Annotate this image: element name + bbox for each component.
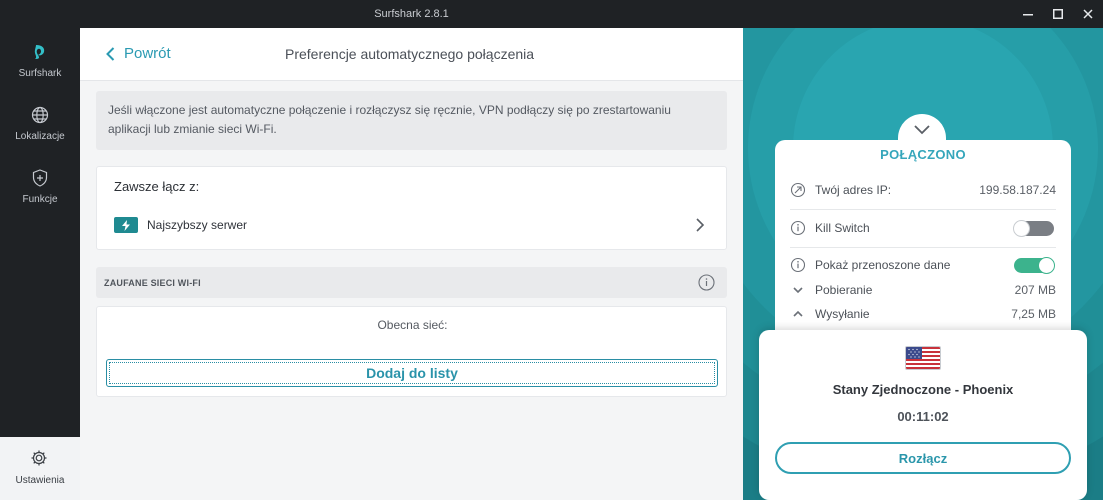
info-icon[interactable] (790, 257, 806, 273)
upload-label: Wysyłanie (815, 307, 870, 321)
page-title: Preferencje automatycznego połączenia (285, 46, 535, 62)
back-button[interactable]: Powrót (106, 45, 171, 62)
us-flag-icon (905, 346, 941, 370)
gear-icon (30, 449, 50, 469)
chevron-up-icon (793, 310, 803, 317)
lightning-icon (114, 217, 138, 233)
current-network-label: Obecna sieć: (377, 318, 448, 332)
ip-label: Twój adres IP: (815, 183, 892, 197)
always-connect-title: Zawsze łącz z: (114, 179, 200, 194)
shield-plus-icon (30, 168, 50, 188)
divider (790, 209, 1056, 210)
sidebar-item-label: Surfshark (18, 68, 62, 79)
server-label: Najszybszy serwer (147, 218, 248, 232)
trusted-wifi-label: ZAUFANE SIECI WI-FI (104, 278, 201, 288)
ip-row: Twój adres IP: 199.58.187.24 (790, 182, 1056, 198)
maximize-icon (1053, 9, 1063, 19)
maximize-button[interactable] (1043, 0, 1073, 28)
sidebar-item-label: Funkcje (22, 194, 58, 205)
chevron-left-icon (106, 46, 115, 61)
show-data-row: Pokaż przenoszone dane (790, 256, 1056, 274)
back-label: Powrót (124, 45, 171, 62)
sidebar-item-features[interactable]: Funkcje (0, 168, 80, 205)
info-icon[interactable] (698, 274, 715, 291)
kill-switch-toggle[interactable] (1013, 219, 1054, 237)
show-data-toggle[interactable] (1014, 256, 1055, 274)
sidebar-item-surfshark[interactable]: Surfshark (0, 42, 80, 79)
connection-panel: POŁĄCZONO Twój adres IP: 199.58.187.24 K… (743, 28, 1103, 500)
info-icon[interactable] (790, 220, 806, 236)
show-data-label: Pokaż przenoszone dane (815, 258, 951, 272)
divider (790, 247, 1056, 248)
sidebar-item-label: Ustawienia (15, 475, 65, 486)
surfshark-logo-icon (30, 42, 50, 62)
chevron-right-icon[interactable] (694, 217, 706, 233)
disconnect-button[interactable]: Rozłącz (775, 442, 1071, 474)
connection-status-card: POŁĄCZONO Twój adres IP: 199.58.187.24 K… (775, 140, 1071, 340)
window-controls (1013, 0, 1103, 28)
close-button[interactable] (1073, 0, 1103, 28)
kill-switch-row: Kill Switch (790, 219, 1056, 237)
location-name: Stany Zjednoczone - Phoenix (832, 382, 1014, 397)
connection-status: POŁĄCZONO (880, 147, 966, 162)
window-title: Surfshark 2.8.1 (374, 8, 449, 20)
main-panel: Powrót Preferencje automatycznego połącz… (80, 28, 743, 500)
download-row: Pobieranie 207 MB (790, 282, 1056, 298)
sidebar-nav: Surfshark Lokalizacje Funkcje Ustawienia (0, 28, 80, 500)
refresh-icon (790, 182, 806, 198)
title-bar: Surfshark 2.8.1 (0, 0, 1103, 28)
server-selector[interactable]: Najszybszy serwer (114, 217, 247, 233)
download-value: 207 MB (1014, 283, 1056, 297)
chevron-down-icon (914, 125, 930, 135)
ip-value: 199.58.187.24 (979, 183, 1056, 197)
upload-row: Wysyłanie 7,25 MB (790, 306, 1056, 322)
sidebar-item-locations[interactable]: Lokalizacje (0, 105, 80, 142)
connection-timer: 00:11:02 (897, 409, 949, 424)
upload-value: 7,25 MB (1011, 307, 1056, 321)
toggle-knob (1013, 219, 1030, 237)
always-connect-card: Zawsze łącz z: Najszybszy serwer (96, 166, 727, 250)
close-icon (1083, 9, 1093, 19)
minimize-button[interactable] (1013, 0, 1043, 28)
location-card: Stany Zjednoczone - Phoenix 00:11:02 Roz… (759, 330, 1087, 500)
trusted-wifi-card: Obecna sieć: Dodaj do listy (96, 306, 727, 397)
kill-switch-label: Kill Switch (815, 221, 870, 235)
toggle-knob (1038, 256, 1055, 274)
page-header: Powrót Preferencje automatycznego połącz… (80, 28, 743, 81)
download-label: Pobieranie (815, 283, 873, 297)
sidebar-item-label: Lokalizacje (15, 131, 65, 142)
minimize-icon (1023, 14, 1033, 16)
chevron-down-icon (793, 287, 803, 294)
info-box: Jeśli włączone jest automatyczne połącze… (96, 91, 727, 150)
globe-icon (30, 105, 50, 125)
sidebar-item-settings[interactable]: Ustawienia (0, 437, 80, 500)
add-to-list-button[interactable]: Dodaj do listy (106, 359, 718, 387)
trusted-wifi-header: ZAUFANE SIECI WI-FI (96, 267, 727, 298)
